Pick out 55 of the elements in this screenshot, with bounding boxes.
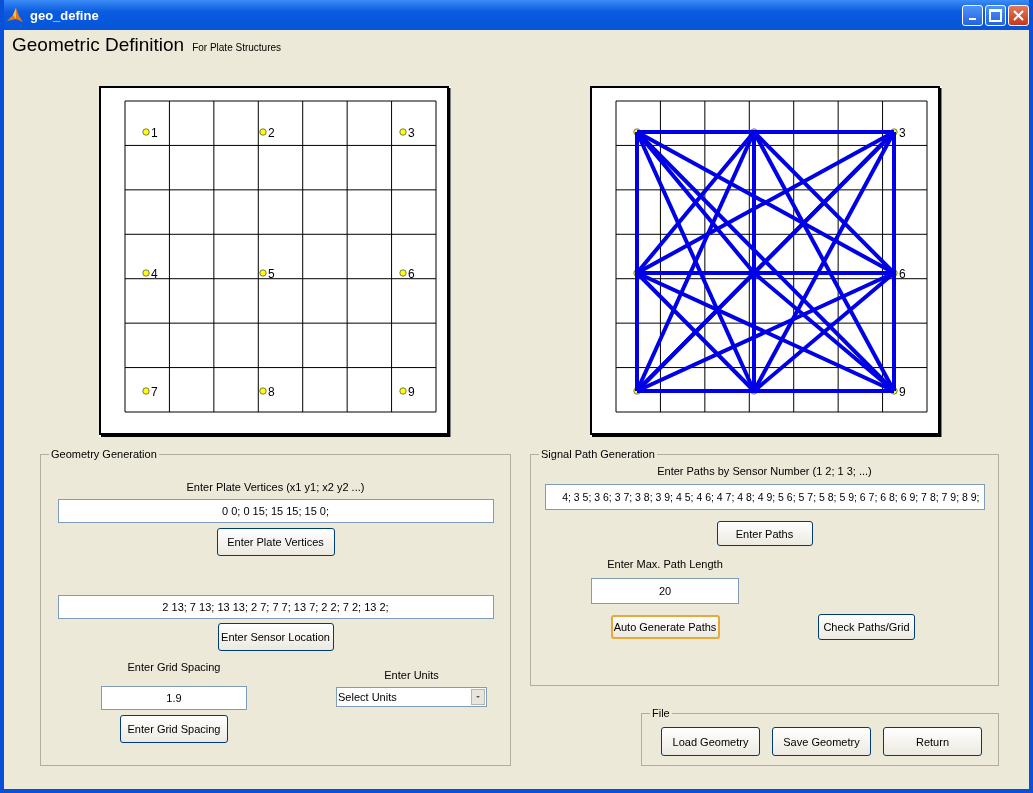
- maximize-button[interactable]: [985, 4, 1006, 26]
- sensor-label: 8: [268, 384, 275, 399]
- sensor-dot: [142, 128, 150, 136]
- sensor-label: 7: [151, 384, 158, 399]
- page-subtitle: For Plate Structures: [192, 42, 282, 53]
- button[interactable]: Auto Generate Paths: [610, 615, 720, 639]
- panel-title: File: [650, 707, 672, 719]
- field-label: Enter Units: [384, 669, 439, 681]
- sensor-dot: [399, 387, 407, 395]
- app-icon: [6, 6, 24, 24]
- page-title: Geometric Definition: [12, 34, 185, 56]
- sensor-dot: [399, 128, 407, 136]
- button[interactable]: Save Geometry: [772, 727, 871, 756]
- sensor-label: 6: [899, 266, 906, 281]
- sensor-dot: [259, 128, 267, 136]
- input-field[interactable]: 1.9: [101, 686, 247, 710]
- button[interactable]: Enter Paths: [716, 521, 813, 546]
- sensor-label: 6: [408, 266, 415, 281]
- field-label: Enter Plate Vertices (x1 y1; x2 y2 ...): [186, 481, 365, 493]
- button[interactable]: Check Paths/Grid: [818, 614, 915, 640]
- button[interactable]: Load Geometry: [661, 727, 760, 756]
- sensor-label: 1: [151, 125, 158, 140]
- input-field[interactable]: 20: [591, 578, 739, 604]
- sensor-label: 5: [268, 266, 275, 281]
- maximize-icon: [989, 8, 1002, 22]
- sensor-dot: [142, 269, 150, 277]
- sensor-label: 2: [268, 125, 275, 140]
- sensor-label: 3: [899, 125, 906, 140]
- button[interactable]: Return: [883, 727, 982, 756]
- caret-icon: [471, 689, 485, 705]
- close-button[interactable]: [1008, 4, 1029, 26]
- sensor-dot: [142, 387, 150, 395]
- field-label: Enter Max. Path Length: [607, 558, 723, 570]
- field-label: Enter Grid Spacing: [127, 661, 221, 673]
- button[interactable]: Enter Grid Spacing: [120, 715, 228, 743]
- sensor-label: 3: [408, 125, 415, 140]
- panel-title: Signal Path Generation: [539, 448, 657, 460]
- panel-title: Geometry Generation: [49, 448, 159, 460]
- sensor-dot: [259, 269, 267, 277]
- minimize-button[interactable]: [962, 4, 983, 26]
- sensor-label: 9: [899, 384, 906, 399]
- units-dropdown[interactable]: Select Units: [336, 687, 487, 707]
- minimize-icon: [969, 18, 976, 20]
- sensor-label: 4: [151, 266, 158, 281]
- button[interactable]: Enter Sensor Location: [217, 623, 334, 651]
- field-label: Enter Paths by Sensor Number (1 2; 1 3; ...): [657, 465, 872, 477]
- button[interactable]: Enter Plate Vertices: [216, 528, 335, 556]
- close-icon: [1013, 9, 1024, 21]
- input-field[interactable]: 0 0; 0 15; 15 15; 15 0;: [57, 499, 494, 523]
- sensor-dot: [399, 269, 407, 277]
- window-title: geo_define: [30, 7, 100, 23]
- sensor-label: 9: [408, 384, 415, 399]
- input-field[interactable]: 2 13; 7 13; 13 13; 2 7; 7 7; 13 7; 2 2; 7 2; 13 2;: [57, 595, 494, 619]
- input-field[interactable]: 4; 3 5; 3 6; 3 7; 3 8; 3 9; 4 5; 4 6; 4 7; 4 8; 4 9; 5 6; 5 7; 5 8; 5 9; 6 7; 6 8; 6 9; 7 8; 7 9; 8 9;: [544, 484, 985, 510]
- sensor-dot: [259, 387, 267, 395]
